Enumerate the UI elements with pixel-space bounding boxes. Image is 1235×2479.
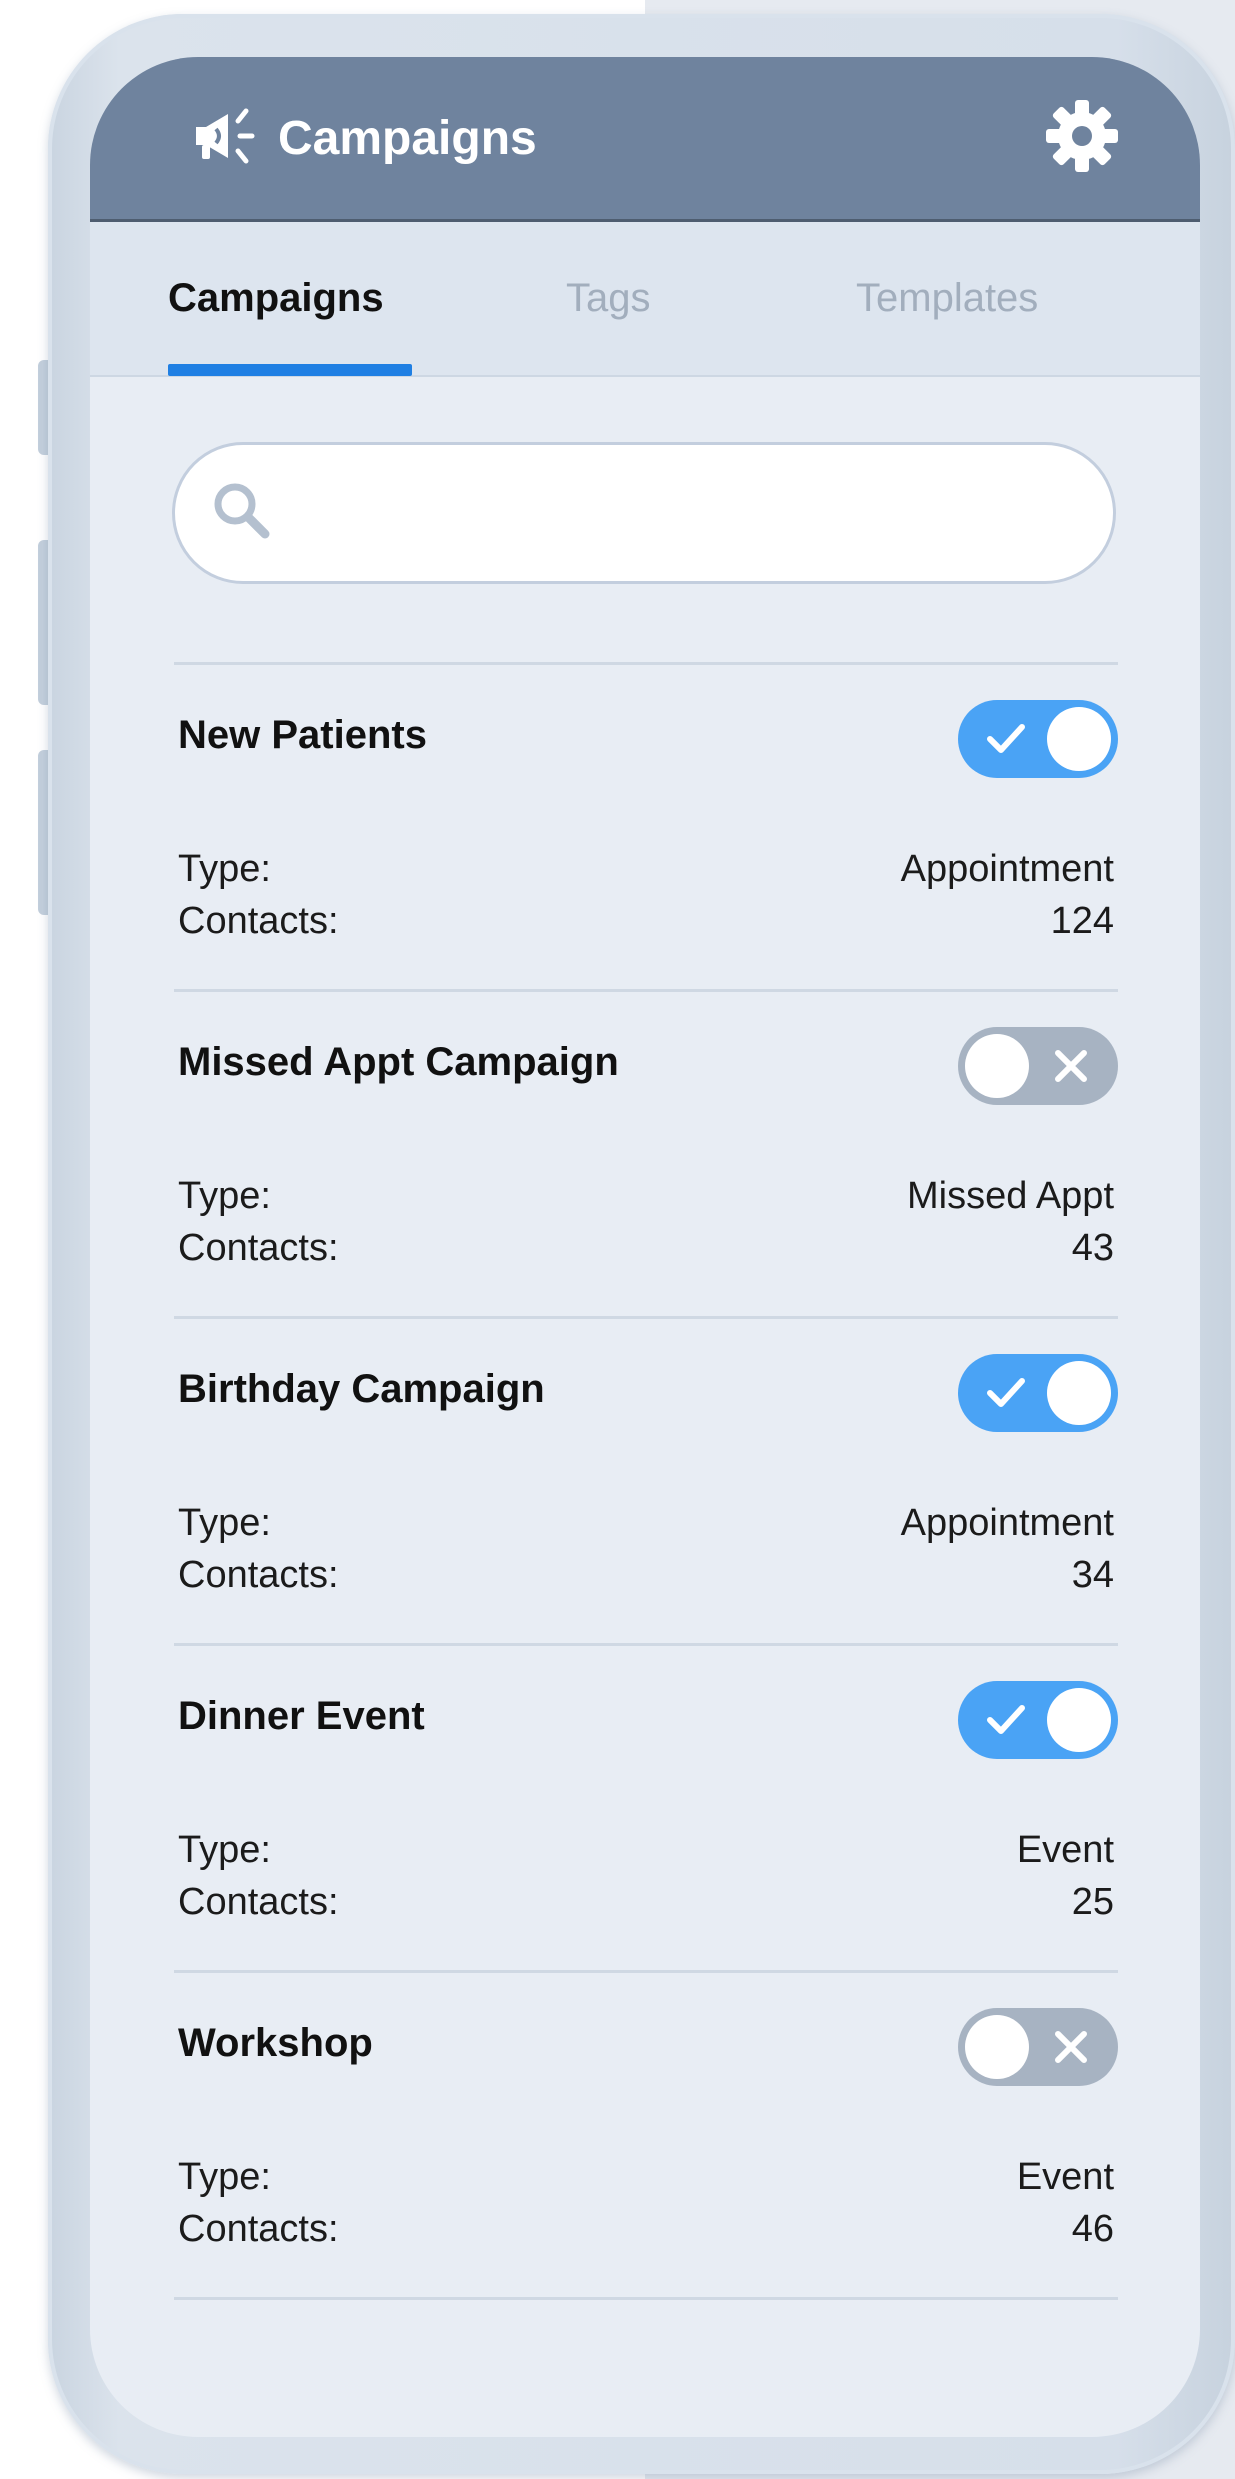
tab-templates[interactable]: Templates [856,221,1038,376]
phone-screen: Campaigns Campaigns Tags Templates New P… [90,57,1200,2437]
type-value: Appointment [900,848,1114,890]
toggle-knob [965,2015,1029,2079]
close-icon [1055,1050,1087,1082]
campaign-toggle[interactable] [958,1027,1118,1105]
contacts-row: Contacts: 43 [178,1227,1114,1270]
tab-templates-label: Templates [856,276,1039,320]
contacts-row: Contacts: 34 [178,1554,1114,1597]
campaign-toggle[interactable] [958,2008,1118,2086]
type-label: Type: [178,848,271,890]
header-title: Campaigns [278,111,537,165]
type-label: Type: [178,1502,271,1544]
contacts-value: 46 [1071,2208,1114,2250]
campaign-item[interactable]: Dinner Event Type: Event Contacts: 25 [174,1646,1118,1970]
contacts-value: 43 [1071,1227,1114,1269]
close-icon [1055,2031,1087,2063]
campaign-name: Workshop [178,2021,373,2065]
type-row: Type: Appointment [178,848,1114,891]
toggle-knob [1047,1688,1111,1752]
contacts-label: Contacts: [178,1227,339,1269]
campaign-toggle[interactable] [958,1354,1118,1432]
contacts-row: Contacts: 46 [178,2208,1114,2251]
toggle-knob [1047,707,1111,771]
header-title-group: Campaigns [190,101,537,176]
type-label: Type: [178,1175,271,1217]
type-value: Event [1016,1829,1114,1871]
contacts-row: Contacts: 25 [178,1881,1114,1924]
check-icon [987,724,1025,753]
contacts-value: 25 [1071,1881,1114,1923]
contacts-row: Contacts: 124 [178,900,1114,943]
gear-icon[interactable] [1044,98,1120,179]
type-value: Missed Appt [907,1175,1114,1217]
type-row: Type: Appointment [178,1502,1114,1545]
type-value: Appointment [900,1502,1114,1544]
type-value: Event [1016,2156,1114,2198]
type-label: Type: [178,1829,271,1871]
type-row: Type: Missed Appt [178,1175,1114,1218]
contacts-label: Contacts: [178,1881,339,1923]
check-icon [987,1705,1025,1734]
campaign-item[interactable]: Birthday Campaign Type: Appointment Cont… [174,1319,1118,1643]
active-tab-indicator [168,364,412,376]
search-input[interactable] [172,442,1116,584]
tab-tags[interactable]: Tags [566,221,856,376]
contacts-label: Contacts: [178,2208,339,2250]
contacts-label: Contacts: [178,900,339,942]
campaign-item[interactable]: New Patients Type: Appointment Contacts:… [174,665,1118,989]
toggle-knob [1047,1361,1111,1425]
search-icon [209,478,275,549]
toggle-knob [965,1034,1029,1098]
campaign-name: New Patients [178,713,427,757]
tab-campaigns-label: Campaigns [168,276,384,320]
campaign-name: Dinner Event [178,1694,425,1738]
campaign-name: Missed Appt Campaign [178,1040,619,1084]
check-icon [987,1378,1025,1407]
campaign-name: Birthday Campaign [178,1367,545,1411]
campaign-item[interactable]: Workshop Type: Event Contacts: 46 [174,1973,1118,2297]
contacts-label: Contacts: [178,1554,339,1596]
campaign-toggle[interactable] [958,1681,1118,1759]
contacts-value: 124 [1050,900,1114,942]
type-label: Type: [178,2156,271,2198]
campaign-item[interactable]: Missed Appt Campaign Type: Missed Appt C… [174,992,1118,1316]
campaign-list: New Patients Type: Appointment Contacts:… [174,662,1118,2300]
campaign-toggle[interactable] [958,700,1118,778]
tab-campaigns[interactable]: Campaigns [168,221,566,376]
type-row: Type: Event [178,2156,1114,2199]
type-row: Type: Event [178,1829,1114,1872]
megaphone-icon [190,101,260,176]
list-divider [174,2297,1118,2300]
app-header: Campaigns [90,57,1200,222]
contacts-value: 34 [1071,1554,1114,1596]
tab-tags-label: Tags [566,276,651,320]
tab-bar: Campaigns Tags Templates [90,222,1200,377]
